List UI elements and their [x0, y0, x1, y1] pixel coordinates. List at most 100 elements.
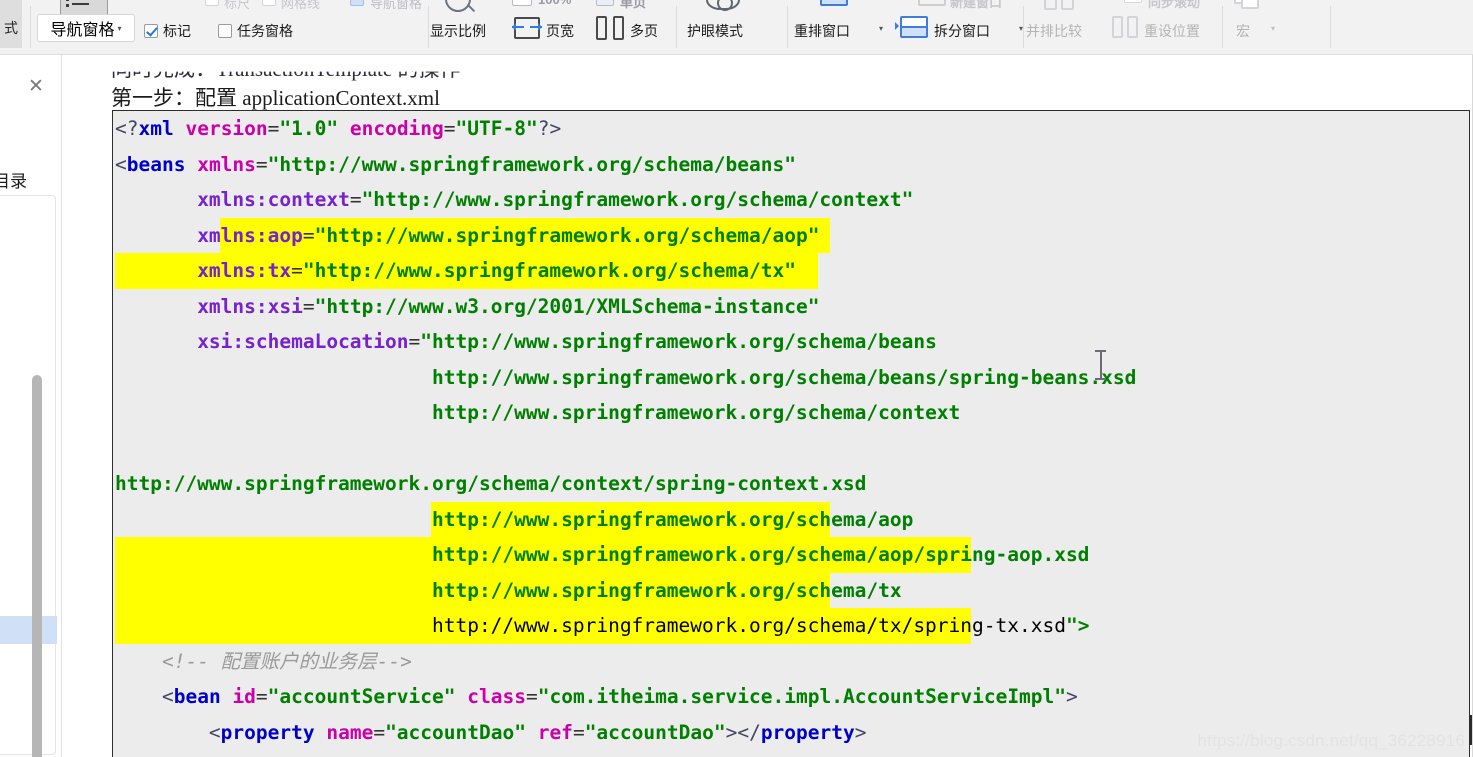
reset-position-label: 重设位置: [1144, 23, 1200, 39]
task-pane-label: 任务窗格: [237, 23, 293, 39]
code-line-text: http://www.springframework.org/schema/be…: [431, 365, 1137, 389]
navigation-sidebar: ✕ 别目录 … … .. . …: [0, 55, 62, 757]
sidebar-title: 别目录: [0, 172, 27, 191]
code-line-text: <beans xmlns="http://www.springframework…: [115, 152, 796, 176]
ribbon-divider: [428, 6, 429, 48]
caret-marker: [1470, 715, 1472, 745]
chevron-down-icon: ▾: [1271, 24, 1276, 33]
code-lines: <?xml version="1.0" encoding="UTF-8"?> <b…: [113, 111, 1469, 757]
code-line-text: xmlns:xsi="http://www.w3.org/2001/XMLSch…: [197, 294, 820, 318]
code-line-text: xmlns:context="http://www.springframewor…: [197, 188, 914, 211]
split-window-label[interactable]: 拆分窗口: [934, 21, 990, 41]
code-line-text: <bean id="accountService" class="com.ith…: [161, 685, 1078, 708]
code-line: http://www.springframework.org/schema/be…: [113, 360, 1469, 396]
chevron-down-icon[interactable]: ▾: [879, 24, 883, 33]
document-page: 同时完成：TransactionTemplate 的操作 第一步：配置 appl…: [71, 55, 1473, 757]
macro-label: 宏: [1236, 23, 1250, 39]
code-line: xmlns:tx="http://www.springframework.org…: [113, 253, 1469, 289]
ruler-label-ghost: 标尺: [224, 0, 251, 11]
code-line-text: xsi:schemaLocation="http://www.springfra…: [197, 330, 937, 353]
ribbon-group-navigation: 导航窗格 ▾: [0, 0, 150, 54]
wps-writer-window: 式 导航窗格 ▾ 标尺 网格线 导航窗格 标记 任务窗格 显示比例 单页 页宽 …: [0, 0, 1473, 757]
eye-protect-label[interactable]: 护眼模式: [687, 21, 743, 41]
zoom-magnifier-icon[interactable]: %: [445, 0, 471, 12]
code-line-text: <!-- 配置账户的业务层-->: [161, 649, 412, 673]
zoom-100-icon-ghost[interactable]: [512, 0, 532, 6]
rearrange-window-label[interactable]: 重排窗口: [794, 21, 850, 41]
code-line-text: http://www.springframework.org/schema/tx: [431, 578, 902, 602]
mark-checkbox-row[interactable]: 标记: [144, 21, 191, 41]
gridlines-label-ghost: 网格线: [281, 0, 321, 11]
page-heading: 第一步：配置 applicationContext.xml: [111, 86, 440, 110]
sidebar-scrollbar-thumb[interactable]: [32, 375, 42, 757]
document-canvas: 同时完成：TransactionTemplate 的操作 第一步：配置 appl…: [63, 55, 1473, 757]
new-window-label-ghost: 新建窗口: [950, 0, 1003, 10]
code-line: xmlns:xsi="http://www.w3.org/2001/XMLSch…: [113, 289, 1469, 325]
navpane-checkbox-ghost[interactable]: [350, 0, 364, 6]
single-page-label-ghost: 单页: [620, 0, 647, 10]
ribbon-divider: [1222, 6, 1223, 48]
rearrange-window-icon[interactable]: [820, 0, 848, 6]
ribbon-group-eye: 护眼模式: [680, 0, 790, 54]
task-pane-checkbox[interactable]: [218, 24, 232, 38]
code-line-text: <property name="accountDao" ref="account…: [208, 720, 867, 744]
new-window-icon-ghost[interactable]: [918, 0, 946, 6]
ribbon-group-compare: 并排比较 同步滚动 重设位置: [1026, 0, 1216, 54]
reset-position-icon: [1112, 16, 1138, 38]
split-window-icon[interactable]: [895, 16, 928, 38]
mark-checkbox[interactable]: [144, 24, 158, 38]
list-item-selected[interactable]: [0, 616, 57, 644]
eye-protect-icon[interactable]: [706, 0, 740, 11]
code-line-text: http://www.springframework.org/schema/co…: [431, 401, 961, 424]
zoom-value-ghost: 100%: [538, 0, 571, 7]
navpane-label-ghost: 导航窗格: [370, 0, 423, 11]
code-line: <beans xmlns="http://www.springframework…: [113, 147, 1469, 183]
code-line: http://www.springframework.org/schema/ao…: [113, 501, 1469, 537]
zoom-label[interactable]: 显示比例: [430, 21, 486, 41]
ribbon-divider: [1023, 6, 1024, 48]
chevron-down-icon: ▾: [117, 23, 122, 33]
page-width-label[interactable]: 页宽: [546, 21, 574, 41]
code-line: http://www.springframework.org/schema/ao…: [113, 537, 1469, 573]
close-icon[interactable]: ✕: [27, 77, 45, 96]
text-cursor-ibeam: [1095, 350, 1106, 380]
task-pane-checkbox-row[interactable]: 任务窗格: [218, 21, 293, 41]
code-line-text: http://www.springframework.org/schema/tx…: [115, 614, 1090, 637]
ribbon-divider: [676, 6, 677, 48]
mark-label: 标记: [163, 23, 191, 39]
code-line: http://www.springframework.org/schema/co…: [113, 466, 1469, 502]
code-line: </bean>: [113, 750, 1469, 757]
code-block-xml[interactable]: <?xml version="1.0" encoding="UTF-8"?> <b…: [112, 110, 1470, 757]
code-line: xmlns:context="http://www.springframewor…: [113, 182, 1469, 218]
code-line-text: http://www.springframework.org/schema/co…: [115, 472, 867, 495]
ribbon-group-window: 重排窗口 ▾ 新建窗口 拆分窗口 ▾: [790, 0, 1023, 54]
sync-scroll-label-ghost: 同步滚动: [1148, 0, 1201, 10]
watermark: https://blog.csdn.net/qq_36228916: [1197, 731, 1465, 750]
ribbon-group-zoom: % 显示比例 100% 单页 页宽 多页: [430, 0, 680, 54]
ruler-checkbox-ghost[interactable]: [205, 0, 219, 6]
code-line: http://www.springframework.org/schema/co…: [113, 395, 1469, 431]
paragraph-cut-off: 同时完成：TransactionTemplate 的操作: [111, 57, 461, 81]
ribbon-divider: [1330, 6, 1331, 48]
sidebar-outline-list: … … .. . …: [0, 195, 57, 755]
code-line: xmlns:aop="http://www.springframework.or…: [113, 217, 1469, 253]
sync-scroll-icon-ghost: [1124, 0, 1142, 3]
page-width-icon[interactable]: [512, 17, 542, 39]
side-by-side-label: 并排比较: [1026, 23, 1082, 39]
code-line-text: xmlns:tx="http://www.springframework.org…: [197, 259, 796, 282]
multi-page-icon[interactable]: [596, 16, 624, 40]
multi-page-label[interactable]: 多页: [630, 21, 658, 41]
single-page-icon-ghost[interactable]: [596, 0, 614, 6]
code-line: xsi:schemaLocation="http://www.springfra…: [113, 324, 1469, 360]
navigation-pane-label: 导航窗格: [50, 22, 115, 39]
code-line: http://www.springframework.org/schema/tx: [113, 572, 1469, 608]
code-line: [113, 431, 1469, 467]
navigation-pane-button[interactable]: 导航窗格 ▾: [37, 14, 135, 42]
code-line-text: http://www.springframework.org/schema/ao…: [431, 507, 914, 531]
code-line: <!-- 配置账户的业务层-->: [113, 644, 1469, 680]
ribbon-divider: [787, 6, 788, 48]
gridlines-checkbox-ghost[interactable]: [262, 0, 276, 6]
ribbon-group-macro: 宏 ▾: [1226, 0, 1316, 54]
code-line: <?xml version="1.0" encoding="UTF-8"?>: [113, 111, 1469, 147]
